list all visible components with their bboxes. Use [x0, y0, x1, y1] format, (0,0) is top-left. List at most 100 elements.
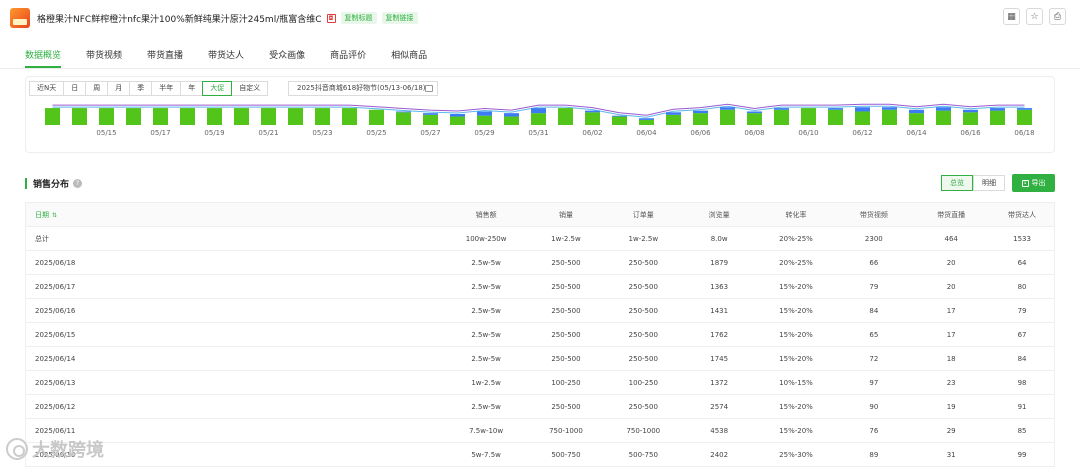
bar-secondary-05/28[interactable]: [450, 114, 465, 117]
column-header-volume[interactable]: 销量: [527, 210, 605, 220]
tab-audience[interactable]: 受众画像: [269, 48, 305, 68]
view-detail-button[interactable]: 明细: [973, 175, 1005, 191]
bar-05/17[interactable]: [153, 108, 168, 125]
bar-05/26[interactable]: [396, 112, 411, 125]
bar-05/23[interactable]: [315, 108, 330, 125]
bar-secondary-05/30[interactable]: [504, 113, 519, 117]
bar-05/22[interactable]: [288, 108, 303, 125]
bar-06/03[interactable]: [612, 116, 627, 125]
qrcode-icon[interactable]: ▦: [1003, 8, 1020, 25]
column-header-date[interactable]: 日期 ⇅: [26, 210, 445, 220]
filter-year[interactable]: 年: [180, 81, 204, 96]
column-header-orders[interactable]: 订单量: [605, 210, 682, 220]
bar-06/01[interactable]: [558, 108, 573, 125]
bar-secondary-06/11[interactable]: [828, 108, 843, 110]
bar-06/02[interactable]: [585, 112, 600, 125]
bar-05/19[interactable]: [207, 108, 222, 125]
bar-secondary-06/04[interactable]: [639, 118, 654, 120]
table-cell[interactable]: 2025/06/11: [26, 427, 445, 435]
bar-05/15[interactable]: [99, 108, 114, 125]
column-header-conversion[interactable]: 转化率: [757, 210, 836, 220]
tab-reviews[interactable]: 商品评价: [330, 48, 366, 68]
star-icon[interactable]: ☆: [1026, 8, 1043, 25]
view-overview-button[interactable]: 总览: [941, 175, 973, 191]
bar-secondary-06/03[interactable]: [612, 115, 627, 117]
bar-secondary-05/27[interactable]: [423, 113, 438, 115]
bar-05/16[interactable]: [126, 108, 141, 125]
filter-custom[interactable]: 自定义: [231, 81, 269, 96]
bar-05/20[interactable]: [234, 108, 249, 125]
copy-link-button[interactable]: 复制链接: [381, 12, 418, 24]
tab-live[interactable]: 带货直播: [147, 48, 183, 68]
bar-05/14[interactable]: [72, 108, 87, 125]
filter-week[interactable]: 周: [85, 81, 109, 96]
table-cell[interactable]: 2025/06/14: [26, 355, 445, 363]
copy-title-button[interactable]: 复制标题: [340, 12, 377, 24]
bar-05/29[interactable]: [477, 115, 492, 125]
column-header-influencers[interactable]: 带货达人: [990, 210, 1054, 220]
bar-06/05[interactable]: [666, 114, 681, 125]
bar-05/21[interactable]: [261, 108, 276, 125]
bar-secondary-05/26[interactable]: [396, 111, 411, 113]
bar-06/11[interactable]: [828, 109, 843, 125]
export-icon[interactable]: ⎙: [1049, 8, 1066, 25]
bar-secondary-06/07[interactable]: [720, 107, 735, 110]
bar-06/13[interactable]: [882, 109, 897, 125]
bar-06/06[interactable]: [693, 113, 708, 125]
bar-secondary-05/31[interactable]: [531, 108, 546, 114]
bar-06/08[interactable]: [747, 113, 762, 125]
bar-06/16[interactable]: [963, 112, 978, 125]
export-button[interactable]: ↓ 导出: [1012, 174, 1055, 192]
bar-05/30[interactable]: [504, 116, 519, 125]
bar-05/24[interactable]: [342, 108, 357, 125]
bar-06/17[interactable]: [990, 110, 1005, 125]
bar-secondary-06/14[interactable]: [909, 109, 924, 114]
table-cell[interactable]: 2025/06/18: [26, 259, 445, 267]
bar-secondary-06/05[interactable]: [666, 112, 681, 115]
bar-05/25[interactable]: [369, 109, 384, 125]
date-range-picker[interactable]: 2025抖音商城618好物节(05/13-06/18): [288, 81, 438, 96]
help-icon[interactable]: ?: [73, 178, 83, 188]
bar-05/31[interactable]: [531, 113, 546, 125]
bar-06/04[interactable]: [639, 119, 654, 125]
tab-similar[interactable]: 相似商品: [391, 48, 427, 68]
filter-quarter[interactable]: 季: [129, 81, 153, 96]
bar-secondary-06/08[interactable]: [747, 111, 762, 114]
tab-videos[interactable]: 带货视频: [86, 48, 122, 68]
column-header-live[interactable]: 带货直播: [912, 210, 990, 220]
tab-overview[interactable]: 数据概览: [25, 48, 62, 68]
filter-month[interactable]: 月: [107, 81, 131, 96]
table-cell[interactable]: 2025/06/12: [26, 403, 445, 411]
bar-secondary-06/02[interactable]: [585, 110, 600, 113]
bar-secondary-06/16[interactable]: [963, 109, 978, 113]
bar-05/28[interactable]: [450, 116, 465, 125]
column-header-views[interactable]: 浏览量: [682, 210, 757, 220]
table-cell[interactable]: 2025/06/16: [26, 307, 445, 315]
bar-secondary-06/17[interactable]: [990, 108, 1005, 111]
column-header-sales[interactable]: 销售额: [445, 210, 527, 220]
bar-secondary-06/15[interactable]: [936, 107, 951, 111]
bar-secondary-05/29[interactable]: [477, 111, 492, 116]
bar-secondary-06/18[interactable]: [1017, 108, 1032, 110]
bar-secondary-06/06[interactable]: [693, 110, 708, 114]
bar-05/13[interactable]: [45, 108, 60, 125]
filter-day[interactable]: 日: [63, 81, 87, 96]
bar-06/09[interactable]: [774, 109, 789, 125]
table-cell[interactable]: 2025/06/17: [26, 283, 445, 291]
bar-secondary-06/12[interactable]: [855, 107, 870, 112]
bar-secondary-06/09[interactable]: [774, 108, 789, 110]
bar-05/18[interactable]: [180, 108, 195, 125]
sort-icon[interactable]: ⇅: [52, 212, 57, 219]
bar-06/14[interactable]: [909, 113, 924, 125]
filter-last-n-days[interactable]: 近N天: [29, 81, 65, 96]
bar-06/15[interactable]: [936, 110, 951, 125]
bar-06/12[interactable]: [855, 111, 870, 125]
table-cell[interactable]: 总计: [26, 234, 445, 244]
tab-influencers[interactable]: 带货达人: [208, 48, 244, 68]
filter-promotion[interactable]: 大促: [202, 81, 233, 96]
table-cell[interactable]: 2025/06/13: [26, 379, 445, 387]
table-cell[interactable]: 2025/06/15: [26, 331, 445, 339]
douyin-shop-icon[interactable]: ◘: [326, 13, 336, 23]
bar-06/07[interactable]: [720, 109, 735, 125]
column-header-videos[interactable]: 带货视频: [835, 210, 912, 220]
